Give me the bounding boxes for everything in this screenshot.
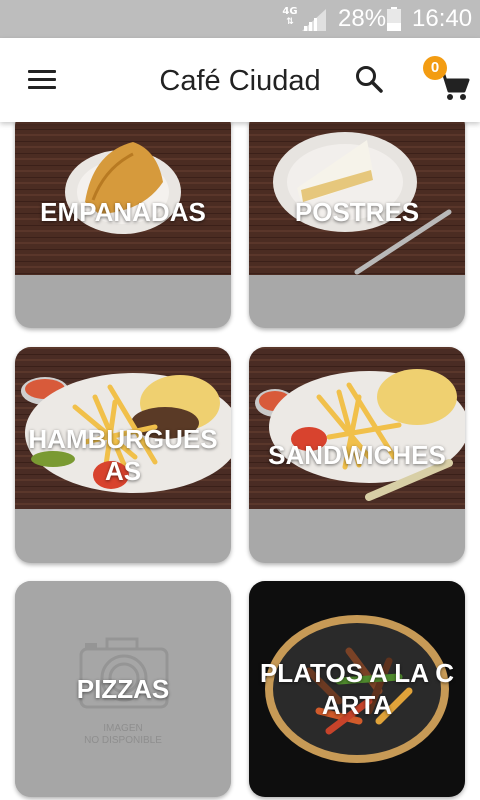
image-unavailable-text: IMAGEN NO DISPONIBLE <box>84 723 162 746</box>
search-icon[interactable] <box>354 64 384 94</box>
category-label: PIZZAS <box>76 674 170 704</box>
category-label: POSTRES <box>294 197 420 227</box>
category-label: SANDWICHES <box>268 440 446 470</box>
category-card-empanadas[interactable]: EMPANADAS <box>15 110 231 328</box>
category-card-postres[interactable]: POSTRES <box>249 110 465 328</box>
signal-icon <box>302 9 326 31</box>
category-grid: EMPANADAS POSTRES HAMBURGUESAS SANDWICHE… <box>0 110 480 800</box>
postres-image <box>249 110 465 275</box>
category-label: EMPANADAS <box>40 197 206 227</box>
data-arrows-icon: ⇅ <box>286 17 294 27</box>
menu-icon[interactable] <box>28 70 56 92</box>
category-label: HAMBURGUESAS <box>28 424 218 486</box>
status-bar: 4G ⇅ 28% 16:40 <box>0 0 480 38</box>
cart-count-badge[interactable]: 0 <box>423 56 447 80</box>
network-indicator: 4G ⇅ <box>280 6 300 27</box>
battery-icon <box>387 7 401 31</box>
category-card-platos-a-la-carta[interactable]: PLATOS A LA CARTA <box>249 581 465 797</box>
app-title: Café Ciudad <box>159 65 321 97</box>
category-card-pizzas[interactable]: IMAGEN NO DISPONIBLE PIZZAS <box>15 581 231 797</box>
battery-percent: 28% <box>338 5 387 32</box>
category-card-sandwiches[interactable]: SANDWICHES <box>249 347 465 563</box>
category-label: PLATOS A LA CARTA <box>259 658 455 720</box>
empanadas-image <box>15 110 231 275</box>
category-card-hamburguesas[interactable]: HAMBURGUESAS <box>15 347 231 563</box>
app-bar: Café Ciudad 0 <box>0 38 480 122</box>
sandwiches-image <box>249 347 465 509</box>
clock: 16:40 <box>412 5 473 32</box>
network-type: 4G <box>282 6 298 17</box>
